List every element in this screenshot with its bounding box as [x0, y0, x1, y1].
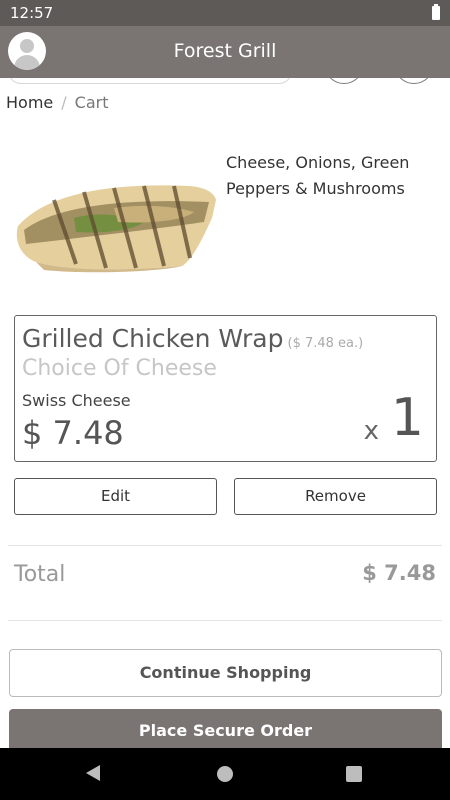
cart-item-name: Grilled Chicken Wrap — [22, 324, 284, 353]
cart-item-title: Grilled Chicken Wrap ($ 7.48 ea.) — [22, 324, 363, 353]
search-input[interactable] — [8, 78, 292, 84]
round-button[interactable] — [394, 78, 434, 84]
cart-item-choice-label: Choice Of Cheese — [22, 356, 217, 381]
product-image — [16, 185, 216, 273]
remove-button[interactable]: Remove — [234, 478, 437, 515]
cart-item-card: Grilled Chicken Wrap ($ 7.48 ea.) Choice … — [14, 315, 437, 462]
cart-item-option: Swiss Cheese — [22, 391, 131, 410]
app-bar: Forest Grill — [0, 26, 450, 78]
divider — [8, 620, 442, 621]
recents-square-icon[interactable] — [346, 766, 362, 782]
total-label: Total — [14, 562, 66, 587]
edit-button[interactable]: Edit — [14, 478, 217, 515]
round-button[interactable] — [324, 78, 364, 84]
cart-item-qty-prefix: x — [363, 416, 379, 446]
product-description: Cheese, Onions, Green Peppers & Mushroom… — [226, 153, 410, 198]
status-time: 12:57 — [10, 4, 54, 22]
continue-shopping-button[interactable]: Continue Shopping — [9, 649, 442, 697]
cart-item-unit-price: ($ 7.48 ea.) — [287, 336, 364, 351]
breadcrumb-current: Cart — [74, 93, 109, 112]
system-nav-bar — [0, 748, 450, 800]
breadcrumb-home-link[interactable]: Home — [6, 93, 53, 112]
divider — [8, 545, 442, 546]
breadcrumb-separator: / — [61, 93, 67, 112]
home-circle-icon[interactable] — [217, 766, 233, 782]
battery-icon — [432, 4, 440, 20]
cart-item-price: $ 7.48 — [22, 414, 124, 452]
cart-item-quantity: 1 — [390, 388, 424, 448]
partially-scrolled-header — [0, 78, 450, 86]
breadcrumb: Home / Cart — [6, 93, 108, 112]
status-bar: 12:57 — [0, 0, 450, 26]
app-title: Forest Grill — [173, 40, 277, 62]
total-value: $ 7.48 — [362, 561, 436, 585]
back-triangle-icon[interactable] — [86, 765, 100, 781]
